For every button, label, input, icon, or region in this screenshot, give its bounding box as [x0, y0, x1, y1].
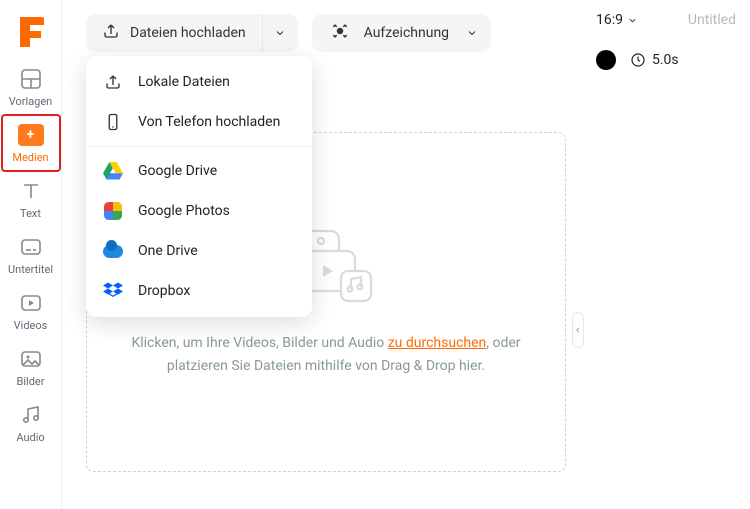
aspect-ratio-selector[interactable]: 16:9 — [596, 12, 638, 28]
google-photos-icon — [102, 200, 124, 222]
dropzone-text-before: Klicken, um Ihre Videos, Bilder und Audi… — [131, 335, 387, 351]
sidebar: Vorlagen Medien Text Untertitel V — [0, 0, 62, 509]
sidebar-item-templates[interactable]: Vorlagen — [3, 60, 59, 114]
menu-item-label: Google Drive — [138, 163, 217, 179]
sidebar-item-text[interactable]: Text — [3, 172, 59, 226]
dropzone-text: Klicken, um Ihre Videos, Bilder und Audi… — [127, 332, 525, 380]
templates-icon — [18, 66, 44, 92]
sidebar-item-label: Medien — [12, 151, 48, 164]
upload-button-caret[interactable] — [262, 14, 298, 52]
menu-item-label: Google Photos — [138, 203, 230, 219]
upload-icon — [102, 22, 120, 44]
upload-icon — [102, 71, 124, 93]
audio-icon — [18, 402, 44, 428]
sidebar-item-media[interactable]: Medien — [3, 116, 59, 170]
text-icon — [18, 178, 44, 204]
duration-value: 5.0s — [652, 52, 679, 68]
toolbar: Dateien hochladen Aufzeichnung — [86, 14, 566, 52]
menu-item-label: Lokale Dateien — [138, 74, 230, 90]
sidebar-item-label: Bilder — [17, 375, 45, 388]
menu-item-label: Dropbox — [138, 283, 190, 299]
record-button-label: Aufzeichnung — [364, 25, 449, 41]
sidebar-item-images[interactable]: Bilder — [3, 340, 59, 394]
menu-item-google-drive[interactable]: Google Drive — [86, 151, 312, 191]
clock-icon — [630, 52, 646, 68]
menu-item-label: One Drive — [138, 243, 198, 259]
browse-link[interactable]: zu durchsuchen — [388, 335, 487, 351]
google-drive-icon — [102, 160, 124, 182]
scene-thumbnail[interactable] — [596, 50, 616, 70]
subtitles-icon — [18, 234, 44, 260]
record-icon — [330, 21, 350, 45]
chevron-down-icon — [627, 15, 638, 26]
menu-item-label: Von Telefon hochladen — [138, 114, 280, 130]
panel-collapse-handle[interactable] — [572, 312, 584, 348]
sidebar-item-label: Text — [20, 207, 41, 220]
sidebar-item-label: Audio — [16, 431, 44, 444]
scene-duration[interactable]: 5.0s — [630, 52, 679, 68]
chevron-left-icon — [574, 324, 582, 336]
chevron-down-icon — [463, 27, 481, 39]
chevron-down-icon — [274, 27, 286, 39]
menu-item-google-photos[interactable]: Google Photos — [86, 191, 312, 231]
menu-separator — [86, 146, 312, 147]
record-button[interactable]: Aufzeichnung — [312, 14, 491, 52]
menu-item-from-phone[interactable]: Von Telefon hochladen — [86, 102, 312, 142]
sidebar-item-label: Untertitel — [8, 263, 53, 276]
sidebar-item-audio[interactable]: Audio — [3, 396, 59, 450]
upload-menu: Lokale Dateien Von Telefon hochladen Goo… — [86, 56, 312, 317]
center-panel: Dateien hochladen Aufzeichnung — [62, 0, 582, 509]
onedrive-icon — [102, 240, 124, 262]
upload-button-label: Dateien hochladen — [130, 25, 246, 41]
dropbox-icon — [102, 280, 124, 302]
menu-item-onedrive[interactable]: One Drive — [86, 231, 312, 271]
app-logo — [7, 6, 55, 54]
upload-button-main[interactable]: Dateien hochladen — [86, 14, 262, 52]
sidebar-item-videos[interactable]: Videos — [3, 284, 59, 338]
sidebar-item-label: Videos — [14, 319, 48, 332]
menu-item-dropbox[interactable]: Dropbox — [86, 271, 312, 311]
folder-plus-icon — [18, 122, 44, 148]
sidebar-item-label: Vorlagen — [9, 95, 53, 108]
image-icon — [18, 346, 44, 372]
project-title[interactable]: Untitled — [688, 12, 736, 28]
right-panel: 16:9 Untitled 5.0s — [582, 0, 750, 509]
sidebar-item-subtitles[interactable]: Untertitel — [3, 228, 59, 282]
aspect-ratio-value: 16:9 — [596, 12, 623, 28]
video-icon — [18, 290, 44, 316]
upload-button[interactable]: Dateien hochladen — [86, 14, 298, 52]
menu-item-local-files[interactable]: Lokale Dateien — [86, 62, 312, 102]
phone-icon — [102, 111, 124, 133]
